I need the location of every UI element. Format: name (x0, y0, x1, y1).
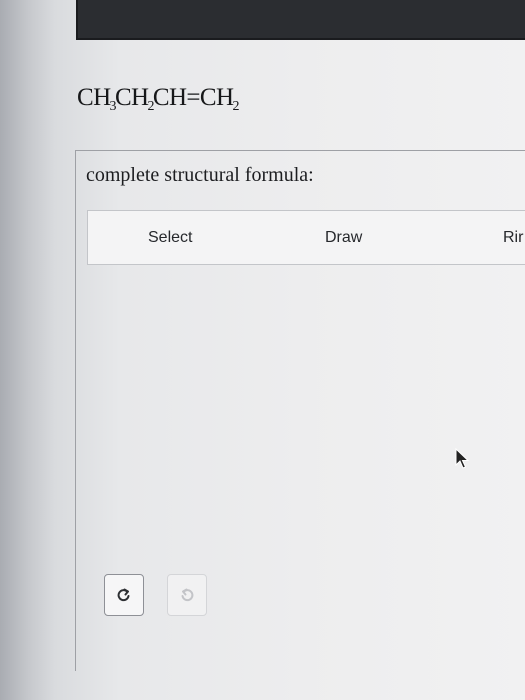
undo-button[interactable] (104, 574, 144, 616)
history-controls (104, 574, 207, 618)
redo-button[interactable] (167, 574, 207, 616)
select-tool-button[interactable]: Select (148, 229, 192, 247)
undo-icon (117, 588, 130, 602)
mouse-pointer-icon (455, 448, 469, 469)
formula-part: CH=CH (152, 84, 234, 111)
draw-tool-button[interactable]: Draw (325, 229, 362, 247)
formula-part: CH (77, 84, 111, 111)
formula-part: CH (114, 84, 149, 111)
drawing-toolbar: Select Draw Rir (87, 210, 525, 265)
redo-icon (181, 588, 194, 602)
condensed-formula: CH3CH2CH=CH2 (77, 84, 239, 115)
rings-tool-button[interactable]: Rir (503, 229, 523, 247)
formula-subscript: 2 (232, 99, 239, 114)
top-dark-bar (76, 0, 525, 40)
screen: CH3CH2CH=CH2 complete structural formula… (0, 0, 525, 700)
structural-formula-label: complete structural formula: (86, 164, 314, 186)
